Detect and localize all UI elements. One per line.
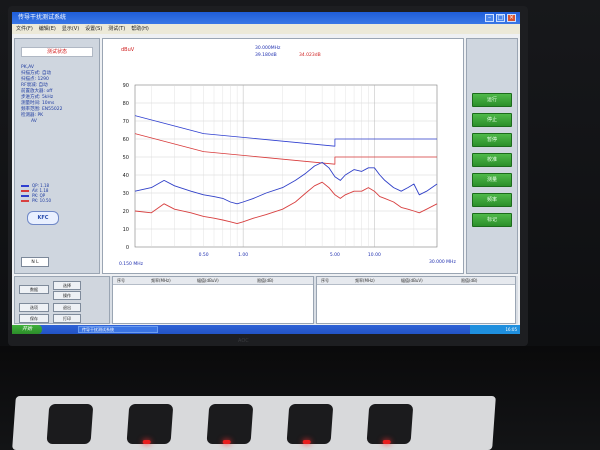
y-tick-label: 60 (123, 137, 129, 143)
power-led (382, 440, 391, 444)
limit-av-line (134, 133, 437, 165)
y-unit-label: dBuV (121, 47, 135, 53)
table-header: 序号 (321, 278, 329, 283)
window-titlebar: 传导干扰测试系统 – □ × (12, 12, 520, 24)
param-list: PK,AV 扫描方式: 自动 扫描点: 1290 RF衰减: 自动 前置放大器:… (21, 65, 62, 125)
select-button[interactable]: 选择 (53, 281, 81, 290)
power-led (142, 440, 151, 444)
y-tick-label: 80 (123, 101, 129, 107)
x-tick-label: 5.00 (330, 252, 340, 258)
table-header: 幅值(dBuV) (197, 278, 219, 283)
calibrate-button[interactable]: 校准 (472, 153, 512, 167)
param-item: AV (31, 119, 37, 124)
table-header: 限值(dB) (257, 278, 274, 283)
y-tick-label: 90 (123, 83, 129, 89)
y-tick-label: 40 (123, 173, 129, 179)
power-socket (126, 404, 174, 444)
y-tick-label: 0 (126, 245, 129, 251)
monitor-screen: 传导干扰测试系统 – □ × 文件(F) 编辑(E) 显示(V) 设置(S) 测… (12, 12, 520, 334)
power-socket (46, 404, 94, 444)
run-button[interactable]: 运行 (472, 93, 512, 107)
save-button[interactable]: 保存 (19, 314, 49, 323)
x-start-label: 0.150 MHz (119, 261, 144, 267)
trace-peak-line (134, 161, 438, 205)
y-tick-label: 50 (123, 155, 129, 161)
start-button[interactable]: 开始 (12, 325, 42, 334)
exit-button[interactable]: 退出 (53, 303, 81, 312)
operate-button[interactable]: 操作 (53, 291, 81, 300)
menu-edit[interactable]: 编辑(E) (39, 24, 56, 34)
marker-button[interactable]: 标记 (472, 213, 512, 227)
line-selector[interactable]: N L (21, 257, 49, 267)
x-end-label: 30.000 MHz (429, 259, 456, 265)
legend-label: PK: 10.50 (32, 198, 52, 203)
x-tick-label: 10.00 (368, 252, 381, 258)
menu-file[interactable]: 文件(F) (16, 24, 33, 34)
menu-test[interactable]: 测试(T) (108, 24, 125, 34)
taskbar-app[interactable]: 传导干扰测试系统 (78, 326, 158, 333)
close-button[interactable]: × (507, 14, 516, 22)
data-button[interactable]: 数据 (19, 285, 49, 294)
power-led (222, 440, 231, 444)
status-header: 测试状态 (21, 47, 93, 57)
print-button[interactable]: 打印 (53, 314, 81, 323)
power-socket (286, 404, 334, 444)
result-table-av[interactable]: 序号 频率(MHz) 幅值(dBuV) 限值(dB) (316, 276, 516, 324)
legend-entry: PK: 10.50 (21, 198, 51, 203)
menu-help[interactable]: 帮助(H) (131, 24, 149, 34)
menu-view[interactable]: 显示(V) (62, 24, 79, 34)
maximize-button[interactable]: □ (496, 14, 505, 22)
options-button[interactable]: 选项 (19, 303, 49, 312)
result-table-qp[interactable]: 序号 频率(MHz) 幅值(dBuV) 限值(dB) (112, 276, 314, 324)
system-clock: 16:05 (470, 325, 520, 334)
power-led (302, 440, 311, 444)
table-header: 序号 (117, 278, 125, 283)
company-logo: KFC (27, 211, 59, 225)
y-tick-label: 10 (123, 227, 129, 233)
bottom-controls: 数据 选择 操作 选项 退出 保存 打印 (14, 276, 110, 324)
table-header: 频率(MHz) (355, 278, 375, 283)
table-header: 幅值(dBuV) (401, 278, 423, 283)
chart-grid (134, 84, 438, 248)
minimize-button[interactable]: – (485, 14, 494, 22)
x-axis: 0.50 1.00 5.00 10.00 (199, 252, 381, 258)
menu-bar: 文件(F) 编辑(E) 显示(V) 设置(S) 测试(T) 帮助(H) (12, 24, 520, 34)
y-axis: 90 80 70 60 50 40 30 20 10 0 (123, 83, 129, 251)
window-title: 传导干扰测试系统 (18, 14, 67, 21)
marker-value-1: 39.180dB (255, 52, 277, 58)
chart-traces (134, 115, 438, 225)
trace-average-line (134, 181, 438, 225)
menu-settings[interactable]: 设置(S) (85, 24, 102, 34)
monitor-brand: AOC (238, 338, 249, 344)
power-strip (12, 396, 496, 450)
marker-frequency: 30.000MHz (255, 45, 281, 51)
taskbar: 开始 传导干扰测试系统 16:05 (12, 325, 520, 334)
measure-button[interactable]: 测量 (472, 173, 512, 187)
emi-chart: dBuV 30.000MHz 39.180dB 34.023dB 90 80 70 6… (102, 38, 464, 274)
trace-legend: QP: 1.18 AV: 1.18 PK: QP PK: 10.50 (21, 183, 51, 203)
table-header: 频率(MHz) (151, 278, 171, 283)
right-control-panel: 运行 停止 暂停 校准 测量 频率 标记 (466, 38, 518, 274)
frequency-button[interactable]: 频率 (472, 193, 512, 207)
y-tick-label: 30 (123, 191, 129, 197)
stop-button[interactable]: 停止 (472, 113, 512, 127)
x-tick-label: 0.50 (199, 252, 209, 258)
plot-frame (134, 84, 438, 248)
limit-qp-line (134, 115, 437, 147)
left-status-panel: 测试状态 PK,AV 扫描方式: 自动 扫描点: 1290 RF衰减: 自动 前… (14, 38, 100, 274)
pause-button[interactable]: 暂停 (472, 133, 512, 147)
y-tick-label: 20 (123, 209, 129, 215)
x-tick-label: 1.00 (238, 252, 248, 258)
table-header: 限值(dB) (461, 278, 478, 283)
power-socket (366, 404, 414, 444)
power-socket (206, 404, 254, 444)
chart-svg: dBuV 30.000MHz 39.180dB 34.023dB 90 80 70 6… (119, 45, 456, 267)
y-tick-label: 70 (123, 119, 129, 125)
bottom-area: 数据 选择 操作 选项 退出 保存 打印 序号 频率(MHz) 幅值(dBuV)… (14, 276, 518, 324)
marker-value-2: 34.023dB (299, 52, 321, 58)
